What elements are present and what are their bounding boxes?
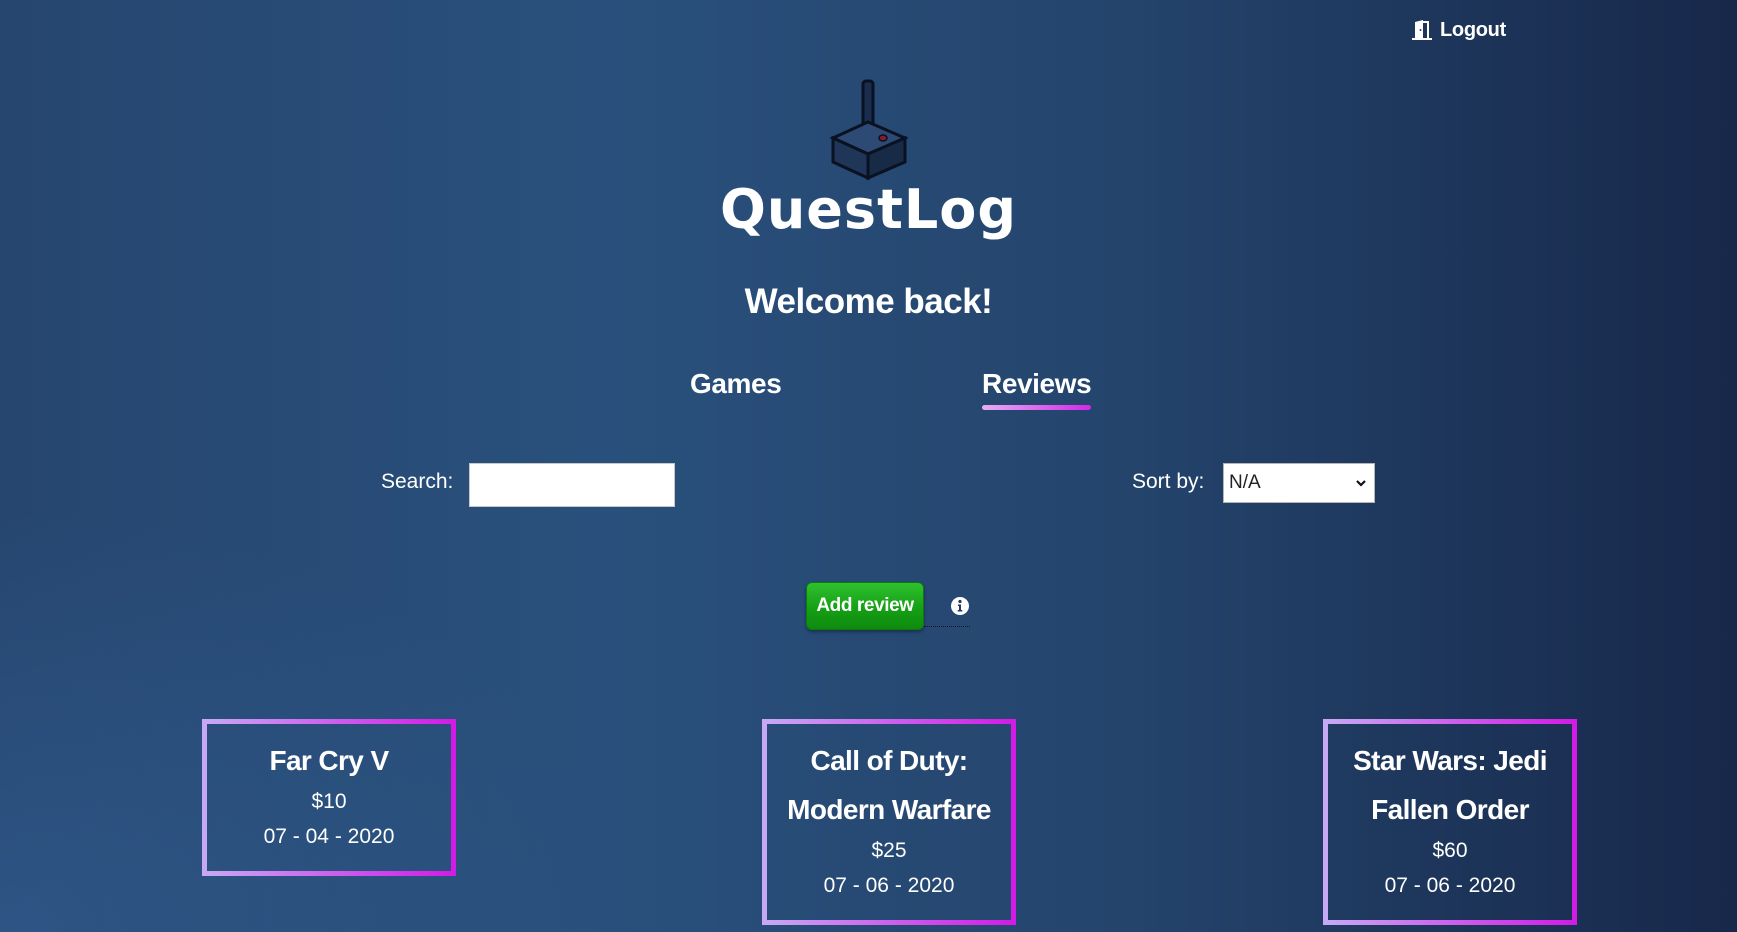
review-date: 07 - 06 - 2020 <box>823 874 955 897</box>
review-title: Far Cry V <box>269 745 389 776</box>
search-input[interactable] <box>469 463 675 507</box>
review-card[interactable]: Far Cry V $10 07 - 04 - 2020 <box>202 719 456 876</box>
review-date: 07 - 06 - 2020 <box>1384 874 1516 897</box>
sort-selected-value: N/A <box>1229 472 1261 493</box>
page-title: Welcome back! <box>744 282 993 321</box>
add-review-button[interactable]: Add review <box>806 582 924 630</box>
chevron-down-icon <box>1356 480 1366 487</box>
brand-name: QuestLog <box>719 178 1018 241</box>
brand-logo <box>0 78 1737 184</box>
logout-label: Logout <box>1440 18 1506 41</box>
review-title: Star Wars: Jedi Fallen Order <box>1353 745 1547 825</box>
review-price: $10 <box>311 790 347 813</box>
search-label: Search: <box>381 470 454 493</box>
logout-button[interactable]: Logout <box>1410 16 1506 44</box>
tab-games[interactable]: Games <box>690 368 782 408</box>
info-tooltip-trigger[interactable] <box>924 596 970 627</box>
review-price: $25 <box>871 839 907 862</box>
review-card[interactable]: Call of Duty: Modern Warfare $25 07 - 06… <box>762 719 1016 925</box>
sort-select[interactable]: N/A <box>1223 463 1375 503</box>
review-card[interactable]: Star Wars: Jedi Fallen Order $60 07 - 06… <box>1323 719 1577 925</box>
door-exit-icon <box>1412 20 1432 40</box>
review-date: 07 - 04 - 2020 <box>263 825 395 848</box>
joystick-icon <box>828 79 909 181</box>
tab-reviews[interactable]: Reviews <box>982 368 1092 410</box>
info-circle-icon <box>951 597 969 615</box>
review-price: $60 <box>1432 839 1468 862</box>
review-title: Call of Duty: Modern Warfare <box>787 745 991 825</box>
sort-label: Sort by: <box>1132 470 1205 493</box>
